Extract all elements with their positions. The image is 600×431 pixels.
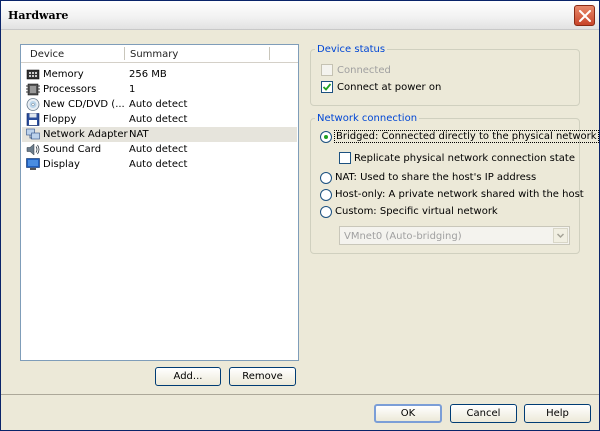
device-list[interactable]: Device Summary Memory 256 MB Processors … [20,44,299,361]
nat-label: NAT: Used to share the host's IP address [335,172,537,183]
display-icon [26,158,40,170]
title-bar[interactable]: Hardware [1,1,599,30]
bridged-radio[interactable] [320,131,332,143]
memory-icon [26,69,40,80]
device-row-floppy[interactable]: Floppy Auto detect [22,112,297,127]
radio-selected-dot [324,135,328,139]
replicate-state-label: Replicate physical network connection st… [354,153,576,164]
ok-button[interactable]: OK [374,404,442,423]
device-name: Network Adapter [43,129,128,140]
bridged-label: Bridged: Connected directly to the physi… [334,130,599,143]
device-status-legend: Device status [317,44,386,55]
close-icon [579,10,591,22]
focus-outline: Bridged: Connected directly to the physi… [334,130,599,143]
help-button[interactable]: Help [524,404,591,423]
add-button-label: Add... [173,371,203,382]
custom-radio[interactable] [320,206,332,218]
device-name: Floppy [43,114,77,125]
connected-label: Connected [337,65,391,76]
device-row-sound-card[interactable]: Sound Card Auto detect [22,142,297,157]
device-summary: Auto detect [129,144,188,155]
ok-button-label: OK [400,408,416,419]
network-connection-legend: Network connection [317,113,418,124]
column-header-device[interactable]: Device [30,49,64,60]
device-summary: Auto detect [129,159,188,170]
vmnet-dropdown[interactable]: VMnet0 (Auto-bridging) [339,226,570,245]
cd-dvd-icon [26,98,40,111]
connect-at-power-on-label: Connect at power on [337,82,442,93]
remove-button-label: Remove [242,371,283,382]
column-header-summary[interactable]: Summary [130,49,178,60]
processor-icon [26,83,40,96]
window-title: Hardware [8,9,69,22]
dropdown-arrow-button[interactable] [553,228,568,243]
close-button[interactable] [574,5,595,26]
column-divider[interactable] [269,47,270,60]
device-row-processors[interactable]: Processors 1 [22,82,297,97]
device-name: New CD/DVD (... [43,99,125,110]
device-name: Display [43,159,80,170]
device-name: Processors [43,84,97,95]
device-row-cd-dvd[interactable]: New CD/DVD (... Auto detect [22,97,297,112]
replicate-state-checkbox[interactable] [339,152,351,164]
nat-radio[interactable] [320,172,332,184]
device-summary: NAT [129,129,149,140]
custom-label: Custom: Specific virtual network [335,206,498,217]
device-summary: 256 MB [129,69,167,80]
device-list-header: Device Summary [21,45,298,63]
checkmark-icon [322,83,332,91]
host-only-label: Host-only: A private network shared with… [335,189,584,200]
sound-card-icon [26,143,40,156]
device-row-memory[interactable]: Memory 256 MB [22,67,297,82]
column-divider[interactable] [124,47,125,60]
help-button-label: Help [546,408,569,419]
device-name: Sound Card [43,144,102,155]
hardware-dialog: Hardware Device Summary Memory 256 MB Pr… [0,0,600,431]
connected-checkbox[interactable] [321,64,333,76]
vmnet-selected-value: VMnet0 (Auto-bridging) [344,231,462,242]
device-name: Memory [43,69,84,80]
device-summary: Auto detect [129,99,188,110]
add-device-button[interactable]: Add... [155,367,221,386]
remove-device-button[interactable]: Remove [229,367,296,386]
device-row-network-adapter[interactable]: Network Adapter NAT [22,127,297,142]
floppy-icon [26,113,40,126]
connect-at-power-on-checkbox[interactable] [321,81,333,93]
device-summary: 1 [129,84,136,95]
network-adapter-icon [26,128,40,140]
device-summary: Auto detect [129,114,188,125]
cancel-button[interactable]: Cancel [450,404,517,423]
host-only-radio[interactable] [320,189,332,201]
chevron-down-icon [556,233,565,239]
device-row-display[interactable]: Display Auto detect [22,157,297,172]
cancel-button-label: Cancel [466,408,501,419]
